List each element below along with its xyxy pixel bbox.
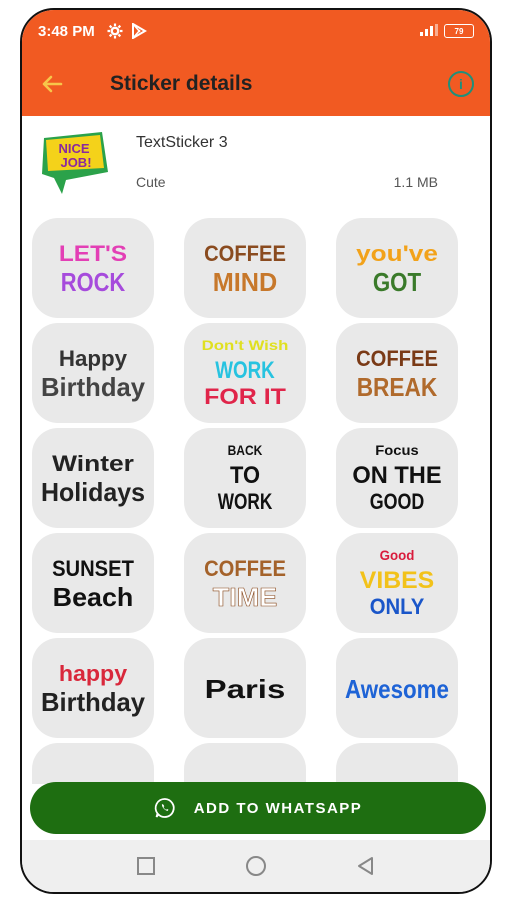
sticker-item[interactable]: SUNSET Beach	[32, 533, 154, 633]
sticker-text: COFFEE	[356, 346, 438, 371]
sticker-text: FOR IT	[204, 384, 286, 409]
sticker-item[interactable]: COFFEE TIME	[184, 533, 306, 633]
sticker-item[interactable]: Paris	[184, 638, 306, 738]
sticker-text: Beach	[53, 582, 134, 612]
sticker-text: Focus	[375, 442, 419, 458]
play-store-icon	[131, 23, 147, 39]
sticker-artwork: COFFEEMIND	[204, 241, 286, 297]
sticker-text: COFFEE	[204, 241, 286, 266]
sticker-item[interactable]: COFFEE MIND	[184, 218, 306, 318]
sticker-artwork: Paris	[205, 674, 286, 704]
home-icon[interactable]	[245, 855, 267, 882]
pack-category: Cute	[136, 174, 166, 190]
sticker-text: you've	[356, 241, 438, 266]
sticker-item[interactable]: NICE	[336, 743, 458, 784]
settings-icon	[107, 23, 123, 39]
sticker-text: TIME	[213, 582, 277, 612]
signal-icon	[420, 23, 438, 40]
sticker-text: MIND	[213, 267, 277, 297]
recents-icon[interactable]	[136, 856, 156, 881]
sticker-text: ROCK	[61, 267, 126, 297]
sticker-grid: LET'S ROCK COFFEE MIND you've GOT Happy Birthda…	[30, 214, 480, 784]
sticker-text: GOT	[373, 267, 421, 297]
phone-frame: 3:48 PM 79 Sticker details i NICE JOB! T…	[20, 8, 492, 894]
sticker-item[interactable]: Don't Wish WORK FOR IT	[184, 323, 306, 423]
pack-name: TextSticker 3	[136, 134, 228, 151]
sticker-artwork: HappyBirthday	[41, 346, 146, 402]
sticker-text: Don't Wish	[202, 337, 289, 353]
sticker-item[interactable]: Focus ON THE GOOD	[336, 428, 458, 528]
sticker-text: WORK	[218, 489, 273, 514]
sticker-text: Happy	[59, 346, 128, 371]
sticker-item[interactable]: COFFEE BREAK	[336, 323, 458, 423]
sticker-item[interactable]: NICE	[184, 743, 306, 784]
sticker-text: GOOD	[370, 489, 425, 514]
sticker-text: VIBES	[360, 567, 434, 594]
back-icon[interactable]	[356, 856, 376, 881]
battery-level: 79	[454, 26, 464, 36]
sticker-artwork: happyBirthday	[41, 661, 146, 717]
back-arrow-icon[interactable]	[38, 70, 66, 98]
sticker-item[interactable]: BACK TO WORK	[184, 428, 306, 528]
sticker-text: Good	[380, 547, 415, 563]
pack-thumb-line2: JOB!	[60, 155, 91, 170]
sticker-artwork: LET'SROCK	[59, 241, 127, 297]
status-bar: 3:48 PM 79	[22, 10, 490, 52]
sticker-text: BREAK	[357, 372, 438, 402]
battery-icon: 79	[444, 24, 474, 38]
sticker-text: Holidays	[41, 477, 145, 507]
sticker-artwork: ALWAYS	[45, 779, 142, 784]
sticker-artwork: NICE	[365, 779, 429, 784]
sticker-item[interactable]: Good VIBES ONLY	[336, 533, 458, 633]
sticker-text: SUNSET	[52, 556, 134, 581]
sticker-artwork: Awesome	[345, 674, 449, 704]
pack-thumb-line1: NICE	[58, 141, 89, 156]
sticker-text: COFFEE	[204, 556, 286, 581]
status-time: 3:48 PM	[38, 22, 95, 40]
sticker-item[interactable]: you've GOT	[336, 218, 458, 318]
sticker-item[interactable]: ALWAYS	[32, 743, 154, 784]
sticker-item[interactable]: Winter Holidays	[32, 428, 154, 528]
add-to-whatsapp-button[interactable]: ADD TO WHATSAPP	[30, 782, 486, 834]
sticker-text: TO	[230, 462, 260, 489]
whatsapp-icon	[154, 797, 176, 819]
sticker-text: ON THE	[352, 462, 441, 489]
app-bar: Sticker details i	[22, 52, 490, 116]
sticker-text: ONLY	[370, 594, 425, 619]
sticker-text: Awesome	[345, 674, 449, 704]
sticker-text: Paris	[205, 674, 286, 704]
sticker-artwork: NICE	[213, 779, 277, 784]
pack-size: 1.1 MB	[393, 174, 438, 190]
sticker-artwork: COFFEETIME	[204, 556, 286, 612]
pack-tray-icon: NICE JOB!	[36, 128, 116, 198]
sticker-artwork: Focus ON THEGOOD	[352, 442, 441, 514]
sticker-artwork: SUNSETBeach	[52, 556, 134, 612]
sticker-artwork: BACK TOWORK	[218, 442, 273, 514]
sticker-pack-header: NICE JOB! TextSticker 3 Cute 1.1 MB	[22, 118, 490, 208]
sticker-item[interactable]: Awesome	[336, 638, 458, 738]
sticker-artwork: WinterHolidays	[41, 451, 145, 507]
sticker-text: happy	[59, 661, 128, 686]
sticker-text: Birthday	[41, 372, 146, 402]
sticker-text: BACK	[228, 442, 263, 458]
page-title: Sticker details	[110, 72, 253, 95]
sticker-artwork: Don't Wish WORKFOR IT	[202, 337, 289, 409]
sticker-text: Winter	[52, 451, 134, 476]
sticker-artwork: you'veGOT	[356, 241, 438, 297]
sticker-item[interactable]: happy Birthday	[32, 638, 154, 738]
system-nav-bar	[22, 840, 490, 892]
info-icon[interactable]: i	[448, 71, 474, 97]
sticker-artwork: COFFEEBREAK	[356, 346, 438, 402]
sticker-item[interactable]: Happy Birthday	[32, 323, 154, 423]
sticker-text: WORK	[215, 357, 275, 384]
add-to-whatsapp-label: ADD TO WHATSAPP	[193, 799, 363, 817]
sticker-text: Birthday	[41, 687, 146, 717]
sticker-artwork: Good VIBESONLY	[360, 547, 434, 619]
sticker-item[interactable]: LET'S ROCK	[32, 218, 154, 318]
sticker-text: LET'S	[59, 241, 127, 266]
